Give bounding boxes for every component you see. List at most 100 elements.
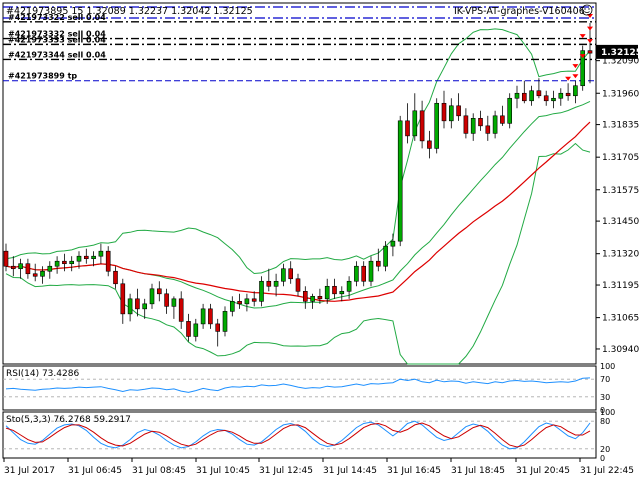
candle-body	[142, 303, 148, 310]
candle	[237, 293, 242, 309]
candle	[361, 261, 367, 287]
current-price-text: 1.32125	[601, 48, 640, 58]
candle	[200, 303, 206, 329]
candle-body	[427, 140, 432, 149]
candle	[47, 261, 53, 279]
candle	[434, 98, 440, 154]
candle-body	[419, 110, 425, 142]
candle	[288, 261, 294, 284]
rsi-pane[interactable]: RSI(14) 73.428610070300	[3, 362, 615, 415]
sell-arrow	[587, 26, 593, 31]
candle	[193, 318, 199, 342]
candle-body	[76, 255, 82, 262]
time-tick-label: 31 Jul 08:45	[132, 466, 186, 476]
candle	[470, 113, 476, 141]
candle-body	[390, 240, 396, 247]
candle	[302, 286, 308, 309]
sell-arrow	[572, 74, 579, 79]
candle-body	[208, 308, 213, 325]
candle-body	[463, 115, 469, 134]
candle-body	[32, 273, 38, 277]
candle	[427, 130, 432, 159]
candle	[171, 296, 177, 319]
candle-body	[244, 298, 250, 305]
symbol-info-text: #421973895 15 1.32089 1.32237 1.32042 1.…	[6, 6, 253, 17]
candle-body	[156, 288, 162, 295]
candle-body	[529, 90, 534, 102]
candle	[368, 256, 374, 287]
candle	[164, 288, 169, 314]
upper-band	[5, 28, 591, 275]
sto-tick-label: 80	[600, 417, 610, 426]
price-tick-label: 1.31575	[602, 186, 639, 196]
rsi-tick-label: 70	[600, 375, 610, 384]
candle-body	[127, 298, 133, 315]
sell-arrow	[587, 39, 593, 44]
candle	[215, 318, 221, 347]
candle-body	[3, 250, 9, 267]
candle-body	[346, 280, 352, 292]
candle	[251, 291, 257, 307]
sto-tick-label: 20	[600, 445, 610, 454]
candle	[587, 23, 593, 84]
candle-body	[587, 50, 593, 54]
candle	[521, 80, 527, 104]
trading-chart-window[interactable]: #421973322 sell 0.04 #421973332 sell 0.04…	[0, 0, 640, 480]
bollinger-bands	[5, 28, 591, 365]
candle	[397, 115, 403, 247]
candle	[178, 291, 184, 329]
candle-body	[18, 263, 23, 270]
candle	[3, 243, 9, 272]
candle-body	[251, 298, 257, 302]
candle	[536, 78, 542, 99]
candle	[113, 266, 118, 289]
candle-body	[164, 293, 169, 307]
order-labels: #421973322 sell 0.04#421973332 sell 0.04…	[8, 13, 106, 81]
candle	[62, 253, 67, 272]
candle	[383, 241, 388, 272]
main-price-pane[interactable]: #421973322 sell 0.04#421973332 sell 0.04…	[3, 6, 596, 365]
candle-body	[514, 92, 520, 99]
candle-body	[186, 321, 191, 337]
candle-body	[573, 85, 578, 97]
candle-body	[317, 296, 323, 300]
time-tick-label: 31 Jul 2017	[4, 466, 55, 476]
time-tick-label: 31 Jul 16:45	[387, 466, 441, 476]
candle	[259, 276, 264, 307]
candle-body	[215, 323, 221, 332]
candle-body	[25, 263, 31, 275]
price-tick-label: 1.31450	[602, 217, 639, 227]
candle-body	[259, 280, 264, 302]
candle	[310, 293, 315, 309]
candle-body	[375, 260, 381, 267]
candle-body	[83, 255, 89, 260]
candle-body	[507, 97, 513, 124]
candle	[208, 303, 213, 329]
candle	[485, 115, 491, 141]
candle-body	[383, 245, 388, 267]
candle-body	[500, 115, 505, 124]
candle	[543, 90, 549, 106]
candle-body	[354, 265, 359, 282]
candle-body	[281, 268, 286, 282]
stochastic-pane[interactable]: Sto(5,3,3) 76.2768 59.2917 10080 200	[3, 408, 615, 463]
candle	[156, 281, 162, 302]
chart-canvas[interactable]: #421973322 sell 0.04#421973332 sell 0.04…	[0, 0, 640, 480]
expert-name-text: IK-VPS-AT-graphes-V160406	[454, 6, 585, 17]
order-label: #421973344 sell 0.04	[8, 50, 106, 59]
candle-body	[441, 102, 447, 122]
time-tick-label: 31 Jul 20:45	[516, 466, 570, 476]
time-axis: 31 Jul 2017 31 Jul 06:45 31 Jul 08:45 31 Ju…	[3, 458, 634, 476]
candle-body	[295, 278, 301, 292]
candle	[83, 248, 89, 264]
candle-body	[470, 118, 476, 134]
candle	[10, 256, 16, 277]
candle	[514, 85, 520, 109]
order-label: #421973333 sell 0.04	[8, 35, 106, 44]
candles[interactable]	[3, 23, 593, 347]
candle	[244, 293, 250, 312]
candle-body	[120, 283, 126, 315]
candle-body	[558, 92, 564, 99]
candle	[25, 258, 31, 279]
candle-body	[105, 250, 111, 272]
